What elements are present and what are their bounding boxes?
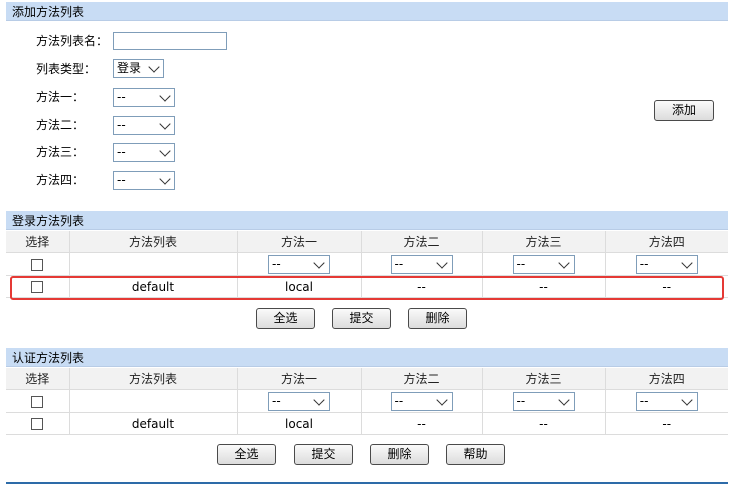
method2-value: --	[117, 118, 126, 132]
filter-method4-select[interactable]: --	[635, 254, 698, 274]
auth-method-list-title: 认证方法列表	[12, 351, 85, 365]
row-method-list: default	[69, 275, 238, 298]
chevron-down-icon	[313, 393, 325, 406]
method1-value: --	[117, 90, 126, 104]
filter-method3-select[interactable]: --	[512, 254, 575, 274]
row-method2: --	[361, 412, 483, 435]
col-header-method1: 方法一	[237, 231, 362, 253]
help-button[interactable]: 帮助	[446, 444, 505, 465]
col-header-method-list: 方法列表	[69, 231, 238, 253]
method1-label: 方法一：	[36, 90, 85, 104]
delete-button[interactable]: 删除	[408, 308, 467, 329]
chevron-down-icon	[159, 173, 171, 185]
row-method4: --	[605, 275, 728, 298]
filter-method2-select[interactable]: --	[390, 391, 453, 411]
filter-row: -- -- -- --	[6, 389, 728, 413]
select-all-button[interactable]: 全选	[217, 444, 276, 465]
col-header-method1: 方法一	[237, 368, 362, 390]
filter-method1-select[interactable]: --	[268, 254, 330, 274]
chevron-down-icon	[313, 256, 325, 269]
chevron-down-icon	[435, 256, 448, 269]
list-type-label: 列表类型：	[36, 62, 97, 76]
chevron-down-icon	[159, 118, 171, 130]
select-all-checkbox[interactable]	[31, 395, 44, 408]
row-method1: local	[237, 275, 362, 298]
select-all-button[interactable]: 全选	[256, 308, 315, 329]
login-method-list-header: 登录方法列表	[6, 211, 728, 230]
table-row: default local -- -- --	[6, 275, 728, 298]
select-all-checkbox[interactable]	[31, 258, 44, 271]
filter-row: -- -- -- --	[6, 252, 728, 276]
col-header-select: 选择	[6, 231, 70, 253]
chevron-down-icon	[681, 393, 693, 406]
filter-method3-select[interactable]: --	[512, 391, 575, 411]
col-header-method2: 方法二	[361, 368, 483, 390]
row-method2: --	[361, 275, 483, 298]
col-header-method3: 方法三	[482, 231, 606, 253]
method4-label: 方法四：	[36, 173, 85, 187]
submit-button[interactable]: 提交	[294, 444, 353, 465]
method1-select[interactable]: --	[113, 88, 175, 107]
table-row: default local -- -- --	[6, 412, 728, 435]
chevron-down-icon	[435, 393, 448, 406]
add-method-list-header: 添加方法列表	[6, 2, 728, 21]
filter-method1-select[interactable]: --	[268, 391, 330, 411]
chevron-down-icon	[681, 256, 693, 269]
row-method-list: default	[69, 412, 238, 435]
auth-method-list-header: 认证方法列表	[6, 348, 728, 367]
col-header-method-list: 方法列表	[69, 368, 238, 390]
list-type-select[interactable]: 登录	[113, 59, 164, 78]
submit-button[interactable]: 提交	[332, 308, 391, 329]
list-type-value: 登录	[117, 61, 142, 75]
method4-value: --	[117, 173, 126, 187]
method2-select[interactable]: --	[113, 116, 175, 135]
bottom-divider	[6, 482, 728, 484]
col-header-select: 选择	[6, 368, 70, 390]
row-method4: --	[605, 412, 728, 435]
login-method-list-title: 登录方法列表	[12, 214, 85, 228]
delete-button[interactable]: 删除	[370, 444, 429, 465]
chevron-down-icon	[148, 61, 160, 73]
col-header-method3: 方法三	[482, 368, 606, 390]
method2-label: 方法二：	[36, 118, 85, 132]
chevron-down-icon	[159, 90, 171, 102]
login-method-table: 选择 方法列表 方法一 方法二 方法三 方法四 -- -- -- -- defa…	[6, 231, 728, 298]
method3-select[interactable]: --	[113, 143, 175, 162]
add-button[interactable]: 添加	[654, 100, 714, 121]
row-checkbox[interactable]	[31, 418, 44, 430]
add-method-list-title: 添加方法列表	[12, 5, 85, 19]
col-header-method2: 方法二	[361, 231, 483, 253]
list-name-input[interactable]	[113, 32, 227, 50]
method4-select[interactable]: --	[113, 171, 175, 190]
method3-value: --	[117, 145, 126, 159]
chevron-down-icon	[557, 393, 570, 406]
row-method1: local	[237, 412, 362, 435]
col-header-method4: 方法四	[605, 231, 728, 253]
filter-method2-select[interactable]: --	[390, 254, 453, 274]
row-method3: --	[482, 275, 606, 298]
row-checkbox[interactable]	[31, 281, 44, 293]
list-name-label: 方法列表名：	[36, 34, 109, 48]
method3-label: 方法三：	[36, 145, 85, 159]
filter-method4-select[interactable]: --	[635, 391, 698, 411]
auth-method-table: 选择 方法列表 方法一 方法二 方法三 方法四 -- -- -- -- defa…	[6, 368, 728, 435]
row-method3: --	[482, 412, 606, 435]
chevron-down-icon	[557, 256, 570, 269]
col-header-method4: 方法四	[605, 368, 728, 390]
chevron-down-icon	[159, 145, 171, 157]
